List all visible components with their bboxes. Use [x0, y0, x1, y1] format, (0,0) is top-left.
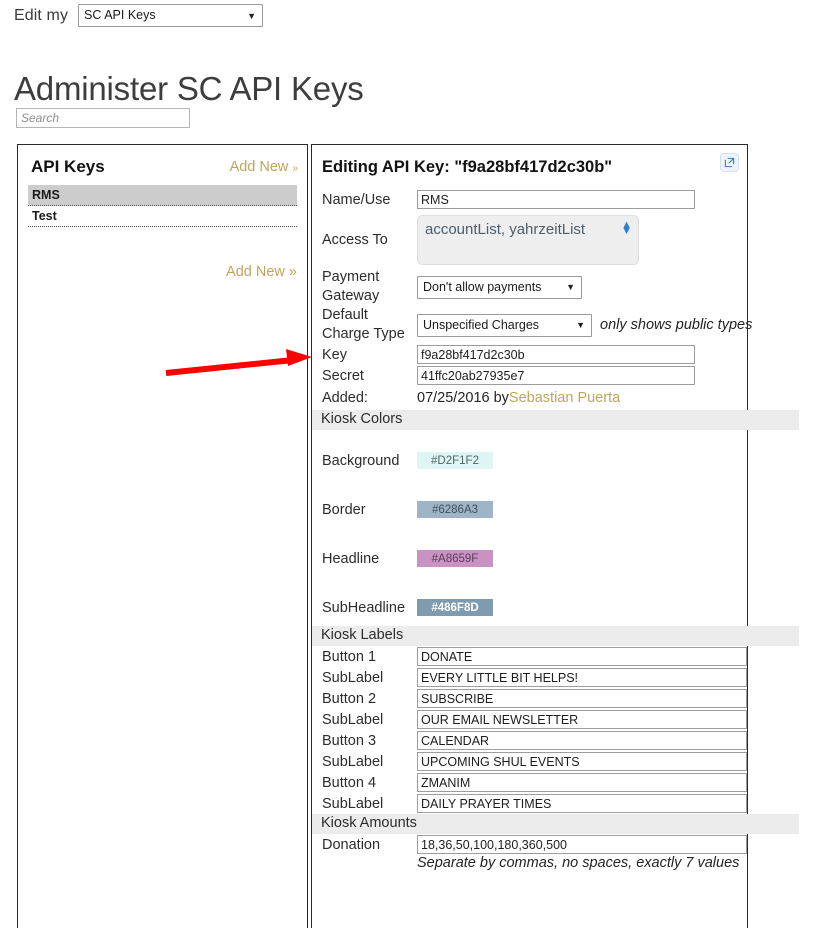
sublabel-1-label: SubLabel [322, 669, 384, 686]
edit-my-select[interactable]: SC API Keys [78, 4, 264, 27]
page-root: Edit my SC API Keys ▼ Administer SC API … [0, 0, 825, 928]
editing-header: Editing API Key: "f9a28bf417d2c30b" [312, 145, 747, 187]
api-keys-title: API Keys [31, 157, 105, 176]
name-use-input[interactable] [417, 190, 695, 209]
page-title: Administer SC API Keys [14, 70, 364, 108]
payment-gateway-label: Payment Gateway [322, 269, 380, 304]
row-key: Key [322, 344, 747, 365]
row-button-2: Button 2 [312, 688, 747, 709]
section-kiosk-labels: Kiosk Labels [312, 626, 799, 646]
secret-input[interactable] [417, 366, 695, 385]
row-color-subheadline: SubHeadline #486F8D [322, 599, 493, 616]
sublabel-2-input[interactable] [417, 710, 747, 729]
row-button-3: Button 3 [312, 730, 747, 751]
row-donation: Donation [312, 834, 747, 855]
default-charge-type-label: Default Charge Type [322, 307, 405, 342]
button-4-input[interactable] [417, 773, 747, 792]
added-user-link[interactable]: Sebastian Puerta [509, 390, 620, 406]
list-item-rms[interactable]: RMS [28, 185, 297, 206]
row-name-use: Name/Use [322, 187, 747, 212]
access-to-multiselect[interactable]: accountList, yahrzeitList ▲ ▼ [417, 215, 639, 265]
search-input[interactable] [16, 108, 190, 128]
row-button-4: Button 4 [312, 772, 747, 793]
edit-my-bar: Edit my SC API Keys ▼ [14, 4, 264, 27]
headline-color-swatch[interactable]: #A8659F [417, 550, 493, 567]
button-2-input[interactable] [417, 689, 747, 708]
editing-title: Editing API Key: "f9a28bf417d2c30b" [322, 158, 613, 176]
donation-label: Donation [322, 836, 381, 853]
added-date: 07/25/2016 by [417, 390, 509, 406]
row-color-border: Border #6286A3 [322, 501, 493, 518]
access-to-value: accountList, yahrzeitList [425, 221, 586, 238]
button-2-label: Button 2 [322, 690, 377, 707]
row-payment-gateway: Payment Gateway Don't allow payments ▼ [322, 268, 747, 306]
secret-label: Secret [322, 367, 364, 384]
subheadline-color-label: SubHeadline [322, 599, 406, 616]
row-button-1: Button 1 [312, 646, 747, 667]
subheadline-color-swatch[interactable]: #486F8D [417, 599, 493, 616]
button-1-label: Button 1 [322, 648, 377, 665]
external-link-icon[interactable] [720, 153, 739, 172]
section-kiosk-amounts: Kiosk Amounts [312, 814, 799, 834]
double-chevron-icon-bottom: » [288, 264, 297, 280]
payment-gateway-select[interactable]: Don't allow payments [417, 275, 582, 299]
row-sublabel-4: SubLabel [312, 793, 747, 814]
sublabel-4-input[interactable] [417, 794, 747, 813]
sublabel-2-label: SubLabel [322, 711, 384, 728]
kiosk-colors-area: Background #D2F1F2 Border #6286A3 Headli… [312, 430, 747, 626]
background-color-swatch[interactable]: #D2F1F2 [417, 452, 493, 469]
sublabel-3-input[interactable] [417, 752, 747, 771]
api-keys-header: API Keys Add New » [18, 145, 307, 185]
row-color-headline: Headline #A8659F [322, 550, 493, 567]
border-color-label: Border [322, 501, 366, 518]
editing-api-key-panel: Editing API Key: "f9a28bf417d2c30b" Name… [311, 144, 799, 928]
key-label: Key [322, 346, 347, 363]
add-new-label-top: Add New [229, 159, 289, 175]
button-3-label: Button 3 [322, 732, 377, 749]
name-use-label: Name/Use [322, 191, 391, 208]
sublabel-4-label: SubLabel [322, 795, 384, 812]
api-key-form: Name/Use Access To accountList, yahrzeit… [312, 187, 752, 410]
kiosk-labels-list: Button 1 SubLabel Button 2 SubLabel Butt… [312, 646, 747, 814]
background-color-label: Background [322, 452, 400, 469]
default-charge-type-note: only shows public types [600, 317, 753, 333]
headline-color-label: Headline [322, 550, 380, 567]
sublabel-1-input[interactable] [417, 668, 747, 687]
section-kiosk-colors: Kiosk Colors [312, 410, 799, 430]
key-input[interactable] [417, 345, 695, 364]
button-1-input[interactable] [417, 647, 747, 666]
edit-my-select-wrap: SC API Keys ▼ [78, 4, 264, 27]
row-sublabel-1: SubLabel [312, 667, 747, 688]
button-4-label: Button 4 [322, 774, 377, 791]
row-added: Added: 07/25/2016 by Sebastian Puerta [322, 386, 747, 410]
stepper-arrows-icon: ▲ ▼ [621, 219, 632, 237]
added-label: Added: [322, 390, 368, 406]
row-sublabel-3: SubLabel [312, 751, 747, 772]
row-default-charge-type: Default Charge Type Unspecified Charges … [322, 306, 752, 344]
double-chevron-icon: » [292, 163, 297, 174]
border-color-swatch[interactable]: #6286A3 [417, 501, 493, 518]
add-new-link-top[interactable]: Add New » [229, 159, 298, 175]
edit-my-label: Edit my [14, 6, 69, 24]
row-color-background: Background #D2F1F2 [322, 452, 493, 469]
default-charge-type-select[interactable]: Unspecified Charges [417, 313, 592, 337]
row-secret: Secret [322, 365, 747, 386]
add-new-label-bottom: Add New [226, 264, 285, 280]
sublabel-3-label: SubLabel [322, 753, 384, 770]
donation-hint: Separate by commas, no spaces, exactly 7… [417, 855, 740, 871]
list-item-test[interactable]: Test [28, 206, 297, 227]
donation-input[interactable] [417, 835, 747, 854]
api-keys-list: RMS Test [28, 185, 297, 227]
add-new-link-bottom[interactable]: Add New » [226, 264, 297, 280]
access-to-label: Access To [322, 232, 388, 248]
button-3-input[interactable] [417, 731, 747, 750]
row-access-to: Access To accountList, yahrzeitList ▲ ▼ [322, 212, 747, 268]
api-keys-panel: API Keys Add New » RMS Test Add New » [17, 144, 308, 928]
row-sublabel-2: SubLabel [312, 709, 747, 730]
